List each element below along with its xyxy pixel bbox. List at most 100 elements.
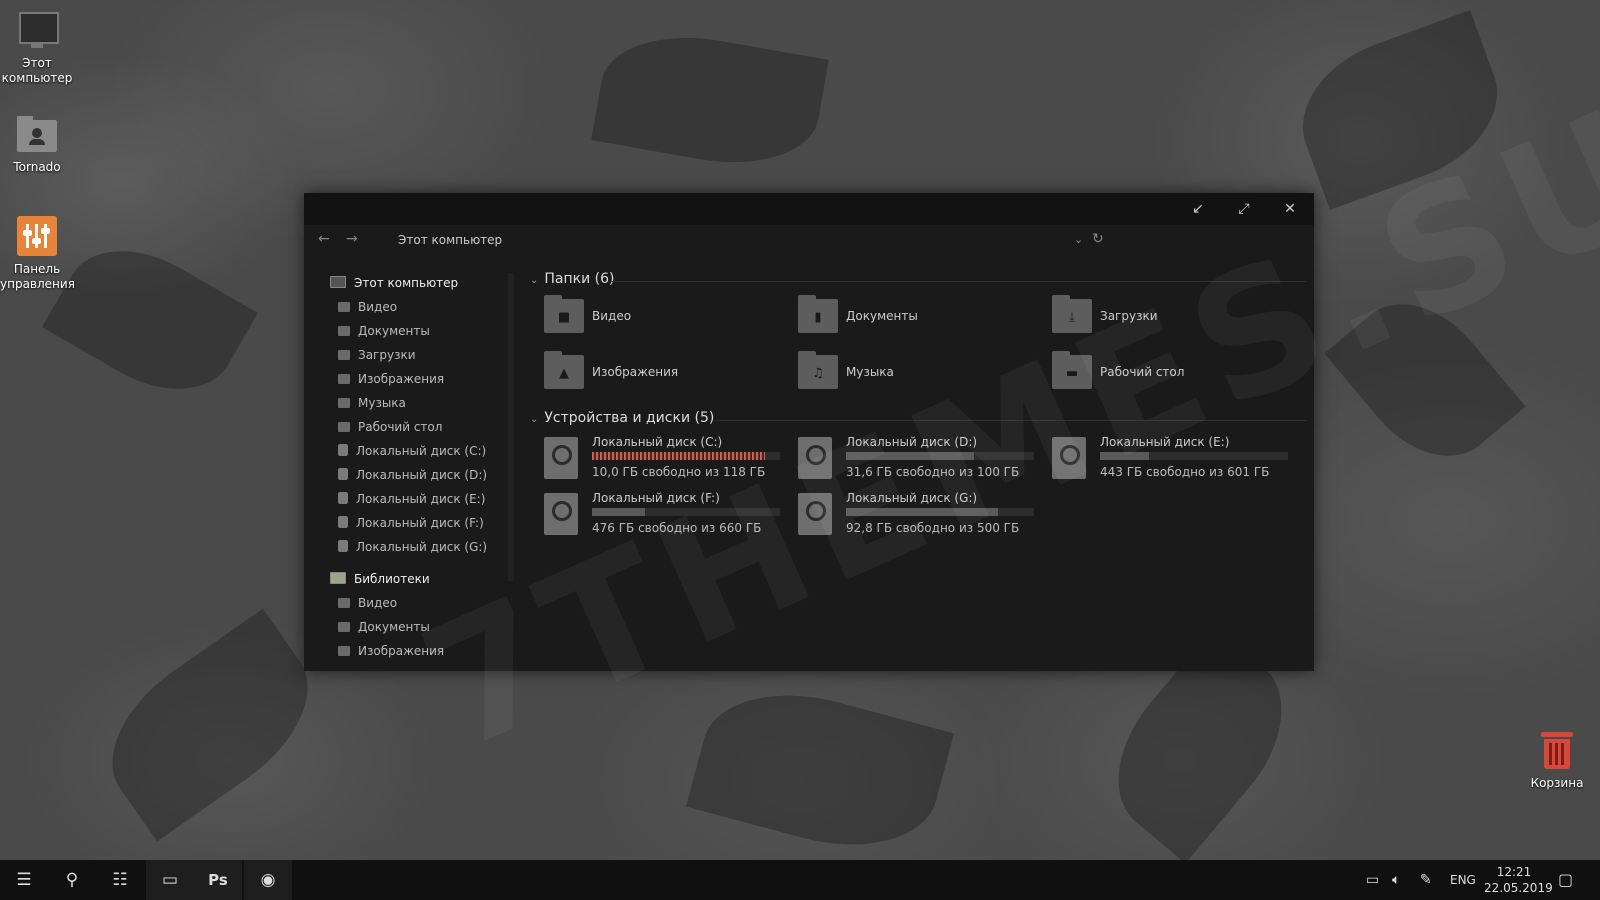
sidebar-item-lib-video[interactable]: Видео bbox=[338, 593, 397, 613]
drive-g[interactable]: Локальный диск (G:) 92,8 ГБ свободно из … bbox=[798, 491, 1038, 543]
task-view-icon[interactable]: ☷ bbox=[96, 860, 144, 900]
section-title: Папки (6) bbox=[544, 271, 615, 287]
drive-name: Локальный диск (E:) bbox=[1100, 435, 1230, 449]
drive-name: Локальный диск (G:) bbox=[846, 491, 978, 505]
monitor-icon bbox=[330, 276, 346, 288]
sidebar-item-label: Загрузки bbox=[358, 348, 416, 362]
content-pane: ⌄ Папки (6) ■ Видео ▮ Документы ⤓ Загрузк… bbox=[520, 267, 1314, 671]
drive-name: Локальный диск (F:) bbox=[592, 491, 720, 505]
hard-disk-icon bbox=[798, 437, 832, 479]
drive-usage-bar bbox=[592, 452, 780, 460]
drive-d[interactable]: Локальный диск (D:) 31,6 ГБ свободно из … bbox=[798, 435, 1038, 487]
network-icon[interactable]: ▭ bbox=[1366, 860, 1379, 900]
sidebar-item-lib-documents[interactable]: Документы bbox=[338, 617, 430, 637]
sidebar-item-images[interactable]: Изображения bbox=[338, 369, 444, 389]
disk-icon bbox=[338, 516, 348, 528]
volume-icon[interactable]: 🔈︎ bbox=[1392, 860, 1400, 900]
sidebar-item-libraries[interactable]: Библиотеки bbox=[330, 569, 430, 589]
sidebar-item-lib-images[interactable]: Изображения bbox=[338, 641, 444, 661]
sidebar-item-disk-d[interactable]: Локальный диск (D:) bbox=[338, 465, 487, 485]
folder-icon bbox=[338, 302, 350, 312]
language-indicator[interactable]: ENG bbox=[1450, 860, 1476, 900]
clock[interactable]: 12:21 22.05.2019 bbox=[1484, 864, 1553, 896]
wallpaper-leaf bbox=[82, 608, 338, 842]
drive-f[interactable]: Локальный диск (F:) 476 ГБ свободно из 6… bbox=[544, 491, 784, 543]
hard-disk-icon bbox=[544, 493, 578, 535]
desktop-icon-control-panel[interactable]: Панель управления bbox=[0, 216, 75, 292]
forward-arrow-icon[interactable]: → bbox=[346, 231, 358, 247]
desktop-icon-this-pc[interactable]: Этот компьютер bbox=[0, 10, 74, 86]
desktop-icon: ▬ bbox=[1065, 366, 1079, 381]
sidebar-item-label: Библиотеки bbox=[354, 572, 430, 586]
desktop-icon-recycle-bin[interactable]: Корзина bbox=[1520, 730, 1594, 791]
drive-name: Локальный диск (D:) bbox=[846, 435, 978, 449]
drive-space: 10,0 ГБ свободно из 118 ГБ bbox=[592, 465, 766, 479]
drive-c[interactable]: Локальный диск (C:) 10,0 ГБ свободно из … bbox=[544, 435, 784, 487]
pen-icon[interactable]: ✎ bbox=[1420, 860, 1432, 900]
sidebar-item-label: Локальный диск (C:) bbox=[356, 444, 487, 458]
title-bar[interactable]: ↙ ⤢ ✕ bbox=[304, 193, 1314, 225]
folder-images[interactable]: ▲ Изображения bbox=[544, 351, 774, 397]
folder-icon bbox=[338, 374, 350, 384]
chevron-down-icon: ⌄ bbox=[530, 275, 539, 286]
sidebar-item-video[interactable]: Видео bbox=[338, 297, 397, 317]
folder-video[interactable]: ■ Видео bbox=[544, 295, 774, 341]
sidebar-item-documents[interactable]: Документы bbox=[338, 321, 430, 341]
maximize-button[interactable]: ⤢ bbox=[1221, 193, 1267, 225]
folder-downloads[interactable]: ⤓ Загрузки bbox=[1052, 295, 1282, 341]
breadcrumb[interactable]: Этот компьютер bbox=[398, 233, 502, 247]
history-dropdown-icon[interactable]: ⌄ bbox=[1074, 233, 1083, 246]
sidebar-item-disk-g[interactable]: Локальный диск (G:) bbox=[338, 537, 487, 557]
folders-section-header[interactable]: ⌄ Папки (6) bbox=[530, 271, 615, 287]
sidebar-item-disk-c[interactable]: Локальный диск (C:) bbox=[338, 441, 486, 461]
folder-documents[interactable]: ▮ Документы bbox=[798, 295, 1028, 341]
desktop-icon-tornado[interactable]: Tornado bbox=[0, 114, 74, 175]
wallpaper-leaf bbox=[591, 21, 829, 179]
wallpaper-leaf bbox=[42, 223, 258, 417]
recycle-bin-icon bbox=[1537, 730, 1577, 770]
sidebar-item-label: Локальный диск (D:) bbox=[356, 468, 488, 482]
drive-space: 443 ГБ свободно из 601 ГБ bbox=[1100, 465, 1270, 479]
this-pc-icon[interactable]: ▭ bbox=[146, 860, 194, 900]
drive-name: Локальный диск (C:) bbox=[592, 435, 723, 449]
folder-desktop[interactable]: ▬ Рабочий стол bbox=[1052, 351, 1282, 397]
search-icon[interactable]: ⚲ bbox=[48, 860, 96, 900]
sidebar-item-desktop[interactable]: Рабочий стол bbox=[338, 417, 442, 437]
disk-icon bbox=[338, 468, 348, 480]
drive-e[interactable]: Локальный диск (E:) 443 ГБ свободно из 6… bbox=[1052, 435, 1292, 487]
clock-time: 12:21 bbox=[1496, 865, 1532, 879]
drive-usage-fill bbox=[846, 508, 999, 516]
sidebar-item-label: Локальный диск (F:) bbox=[356, 516, 484, 530]
library-icon bbox=[330, 572, 346, 584]
menu-icon[interactable]: ☰ bbox=[0, 860, 48, 900]
folder-music[interactable]: ♫ Музыка bbox=[798, 351, 1028, 397]
wallpaper-leaf bbox=[685, 671, 955, 869]
chrome-icon[interactable]: ◉ bbox=[244, 860, 292, 900]
sidebar-scrollbar[interactable] bbox=[508, 273, 514, 581]
sidebar-item-disk-e[interactable]: Локальный диск (E:) bbox=[338, 489, 485, 509]
sidebar-item-label: Локальный диск (E:) bbox=[356, 492, 486, 506]
sidebar-item-label: Рабочий стол bbox=[358, 420, 443, 434]
drive-space: 476 ГБ свободно из 660 ГБ bbox=[592, 521, 762, 535]
sidebar-item-downloads[interactable]: Загрузки bbox=[338, 345, 416, 365]
video-icon: ■ bbox=[557, 310, 571, 325]
refresh-icon[interactable]: ↻ bbox=[1092, 231, 1104, 247]
folder-icon bbox=[338, 646, 350, 656]
notifications-icon[interactable]: ▢ bbox=[1558, 860, 1573, 900]
image-icon: ▲ bbox=[559, 366, 569, 381]
sidebar-item-music[interactable]: Музыка bbox=[338, 393, 406, 413]
hard-disk-icon bbox=[544, 437, 578, 479]
sidebar-item-this-pc[interactable]: Этот компьютер bbox=[330, 273, 458, 293]
close-button[interactable]: ✕ bbox=[1267, 193, 1313, 225]
sidebar-item-disk-f[interactable]: Локальный диск (F:) bbox=[338, 513, 484, 533]
document-icon: ▮ bbox=[814, 310, 822, 325]
clock-date: 22.05.2019 bbox=[1484, 881, 1553, 895]
desktop-icon-label: Корзина bbox=[1530, 776, 1584, 790]
minimize-button[interactable]: ↙ bbox=[1175, 193, 1221, 225]
photoshop-icon[interactable]: Ps bbox=[194, 860, 242, 900]
drives-section-header[interactable]: ⌄ Устройства и диски (5) bbox=[530, 410, 714, 426]
folder-label: Видео bbox=[592, 309, 632, 323]
folder-label: Документы bbox=[846, 309, 918, 323]
sidebar-item-label: Этот компьютер bbox=[354, 276, 459, 290]
back-arrow-icon[interactable]: ← bbox=[318, 231, 330, 247]
